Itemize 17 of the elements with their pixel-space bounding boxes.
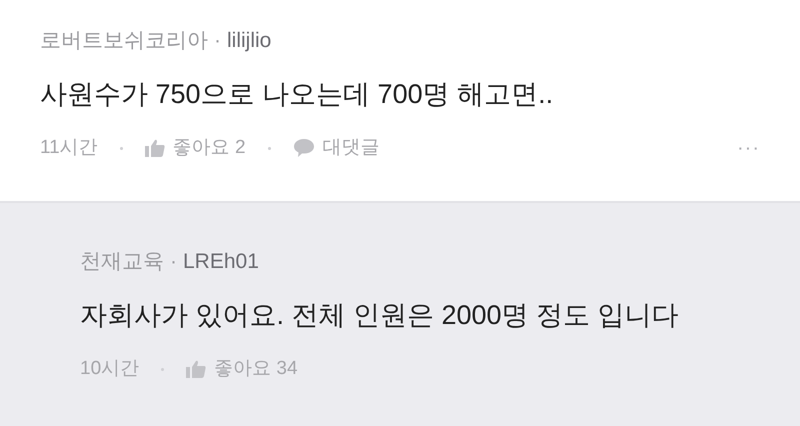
author-name: LREh01 bbox=[183, 249, 259, 275]
comment-text: 자회사가 있어요. 전체 인원은 2000명 정도 입니다 bbox=[80, 299, 680, 332]
reply-button[interactable]: 대댓글 bbox=[292, 134, 380, 162]
company-name: 천재교육 bbox=[80, 249, 164, 275]
like-button[interactable]: 좋아요 34 bbox=[186, 355, 298, 383]
time-ago: 10시간 bbox=[80, 357, 140, 381]
more-button[interactable]: ··· bbox=[737, 134, 760, 162]
separator-dot: · bbox=[214, 28, 221, 54]
comment-text: 사원수가 750으로 나오는데 700명 해고면.. bbox=[40, 78, 554, 111]
thumbs-up-icon bbox=[186, 360, 206, 378]
separator-dot: · bbox=[170, 249, 177, 275]
speech-bubble-icon bbox=[292, 138, 315, 158]
company-name: 로버트보쉬코리아 bbox=[40, 28, 208, 54]
author-name: lilijlio bbox=[227, 28, 272, 54]
thumbs-up-icon bbox=[144, 139, 165, 157]
time-ago: 11시간 bbox=[40, 136, 98, 160]
like-button[interactable]: 좋아요 2 bbox=[144, 134, 246, 162]
